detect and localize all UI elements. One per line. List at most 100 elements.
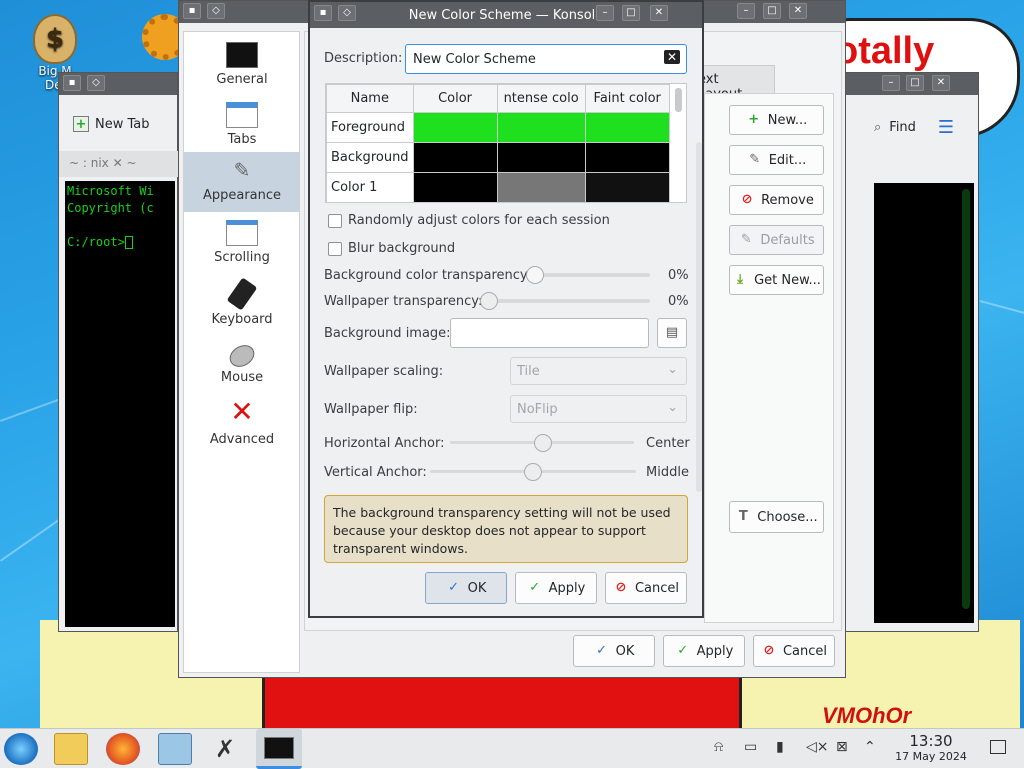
color-swatch[interactable]	[412, 112, 498, 143]
file-manager-icon[interactable]	[54, 733, 88, 765]
minimize-icon[interactable]: –	[882, 75, 900, 91]
wp-transparency-slider[interactable]	[482, 299, 650, 303]
color-scheme-dialog[interactable]: ▪ ◇ New Color Scheme — Konsole – □ ✕ Des…	[308, 0, 704, 618]
new-button[interactable]: + New...	[729, 105, 824, 135]
maximize-icon[interactable]: □	[763, 3, 781, 19]
remove-button[interactable]: ⊘ Remove	[729, 185, 824, 215]
bg-konsole-titlebar[interactable]: ▪ ◇	[59, 73, 177, 95]
blur-background-checkbox[interactable]	[328, 242, 342, 256]
scheme-apply-button[interactable]: ✓ Apply	[515, 572, 597, 604]
profile-cancel-button[interactable]: ⊘ Cancel	[753, 635, 835, 667]
v-anchor-knob[interactable]	[524, 463, 542, 481]
computer-icon[interactable]	[158, 733, 192, 765]
column-header-name[interactable]: Name	[326, 84, 414, 113]
show-desktop-icon[interactable]	[990, 740, 1006, 754]
battery-icon[interactable]: ▮	[776, 739, 784, 755]
edit-button[interactable]: ✎ Edit...	[729, 145, 824, 175]
wp-scaling-label: Wallpaper scaling:	[324, 364, 444, 379]
defaults-button[interactable]: ✎ Defaults	[729, 225, 824, 255]
sidebar-item-advanced[interactable]: ✕ Advanced	[184, 396, 300, 448]
table-scrollbar[interactable]	[675, 88, 682, 112]
clock[interactable]: 13:30 17 May 2024	[890, 732, 972, 763]
profile-sidebar[interactable]: General Tabs ✎ Appearance Scrolling Keyb…	[183, 31, 300, 673]
clipboard-icon[interactable]: ▭	[744, 739, 757, 755]
scheme-ok-button[interactable]: ✓ OK	[425, 572, 507, 604]
start-menu-icon[interactable]	[4, 733, 38, 765]
table-row[interactable]: Foreground	[326, 112, 670, 143]
window-menu-icon[interactable]: ◇	[207, 3, 225, 19]
clear-text-icon[interactable]: ✕	[663, 50, 680, 64]
sidebar-item-scrolling[interactable]: Scrolling	[184, 218, 300, 265]
x-app-icon[interactable]: ✗	[208, 733, 242, 765]
sidebar-item-mouse[interactable]: Mouse	[184, 338, 300, 385]
sidebar-item-keyboard[interactable]: Keyboard	[184, 277, 300, 327]
maximize-icon[interactable]: □	[906, 75, 924, 91]
bg-konsole-right-titlebar[interactable]: – □ ✕	[846, 73, 978, 95]
bg-terminal[interactable]: Microsoft Wi Copyright (c C:/root>	[65, 181, 175, 627]
wp-flip-select[interactable]: NoFlip ⌄	[510, 395, 687, 423]
get-new-button[interactable]: ⤓ Get New...	[729, 265, 824, 295]
table-row[interactable]: Color 1	[326, 172, 670, 202]
close-icon[interactable]: ✕	[932, 75, 950, 91]
profile-apply-button[interactable]: ✓ Apply	[663, 635, 745, 667]
column-header-color[interactable]: Color	[412, 84, 498, 113]
color-scheme-titlebar[interactable]: ▪ ◇ New Color Scheme — Konsole – □ ✕	[310, 2, 702, 28]
sidebar-item-general[interactable]: General	[184, 38, 300, 87]
sidebar-item-appearance[interactable]: ✎ Appearance	[184, 152, 300, 212]
profile-ok-button[interactable]: ✓ OK	[573, 635, 655, 667]
notifications-icon[interactable]: ⍾	[714, 739, 723, 755]
konsole-app-icon[interactable]: ▪	[63, 75, 81, 91]
close-icon[interactable]: ✕	[650, 5, 668, 21]
bg-transparency-slider[interactable]	[528, 273, 650, 277]
color-table[interactable]: Name Color ntense colo Faint color Foreg…	[325, 83, 687, 203]
column-header-faint[interactable]: Faint color	[584, 84, 670, 113]
window-menu-icon[interactable]: ◇	[87, 75, 105, 91]
color-swatch[interactable]	[584, 142, 670, 173]
hamburger-menu-icon[interactable]: ☰	[938, 117, 954, 138]
random-colors-label: Randomly adjust colors for each session	[348, 213, 610, 228]
color-swatch[interactable]	[584, 112, 670, 143]
color-swatch[interactable]	[412, 172, 498, 202]
bg-konsole-tabbar[interactable]: ~ : nix ✕ ~	[59, 151, 179, 177]
scheme-cancel-button[interactable]: ⊘ Cancel	[605, 572, 687, 604]
bg-image-input[interactable]	[450, 318, 649, 348]
color-table-grid[interactable]: Name Color ntense colo Faint color Foreg…	[326, 84, 670, 202]
volume-muted-icon[interactable]: ◁×	[806, 739, 829, 755]
color-swatch[interactable]	[496, 142, 586, 173]
minimize-icon[interactable]: –	[737, 3, 755, 19]
random-colors-checkbox[interactable]	[328, 214, 342, 228]
tab-title[interactable]: ~ : nix	[69, 156, 109, 170]
color-swatch[interactable]	[496, 172, 586, 202]
bg-terminal-right[interactable]	[874, 183, 974, 623]
konsole-app-icon[interactable]: ▪	[183, 3, 201, 19]
folder-icon: ▤	[665, 325, 679, 340]
dialog-scrollbar[interactable]	[696, 142, 702, 492]
new-tab-icon: +	[73, 116, 89, 132]
color-swatch[interactable]	[496, 112, 586, 143]
new-tab-button[interactable]: + New Tab	[73, 107, 163, 141]
close-icon[interactable]: ✕	[789, 3, 807, 19]
sidebar-item-tabs[interactable]: Tabs	[184, 98, 300, 147]
browse-image-button[interactable]: ▤	[657, 318, 687, 348]
h-anchor-knob[interactable]	[534, 434, 552, 452]
bg-transparency-knob[interactable]	[526, 266, 544, 284]
bg-konsole-right-window[interactable]: – □ ✕ ⌕ Find ☰	[845, 72, 979, 632]
choose-button[interactable]: T Choose...	[729, 501, 824, 533]
find-button[interactable]: ⌕ Find ☰	[874, 117, 954, 138]
bg-konsole-window[interactable]: ▪ ◇ + New Tab ~ : nix ✕ ~ Microsoft Wi C…	[58, 72, 179, 632]
firefox-icon[interactable]	[106, 733, 140, 765]
konsole-taskbar-button[interactable]	[256, 729, 302, 769]
minimize-icon[interactable]: –	[596, 5, 614, 21]
table-row[interactable]: Background	[326, 142, 670, 173]
tab-title-2[interactable]: ~	[126, 156, 136, 170]
maximize-icon[interactable]: □	[622, 5, 640, 21]
wp-scaling-select[interactable]: Tile ⌄	[510, 357, 687, 385]
chevron-up-icon[interactable]: ⌃	[864, 739, 876, 755]
wp-transparency-knob[interactable]	[480, 292, 498, 310]
terminal-scrollbar[interactable]	[962, 189, 970, 609]
color-swatch[interactable]	[412, 142, 498, 173]
color-swatch[interactable]	[584, 172, 670, 202]
column-header-intense[interactable]: ntense colo	[496, 84, 586, 113]
updates-icon[interactable]: ⊠	[836, 739, 848, 755]
description-field[interactable]: New Color Scheme ✕	[405, 44, 687, 74]
